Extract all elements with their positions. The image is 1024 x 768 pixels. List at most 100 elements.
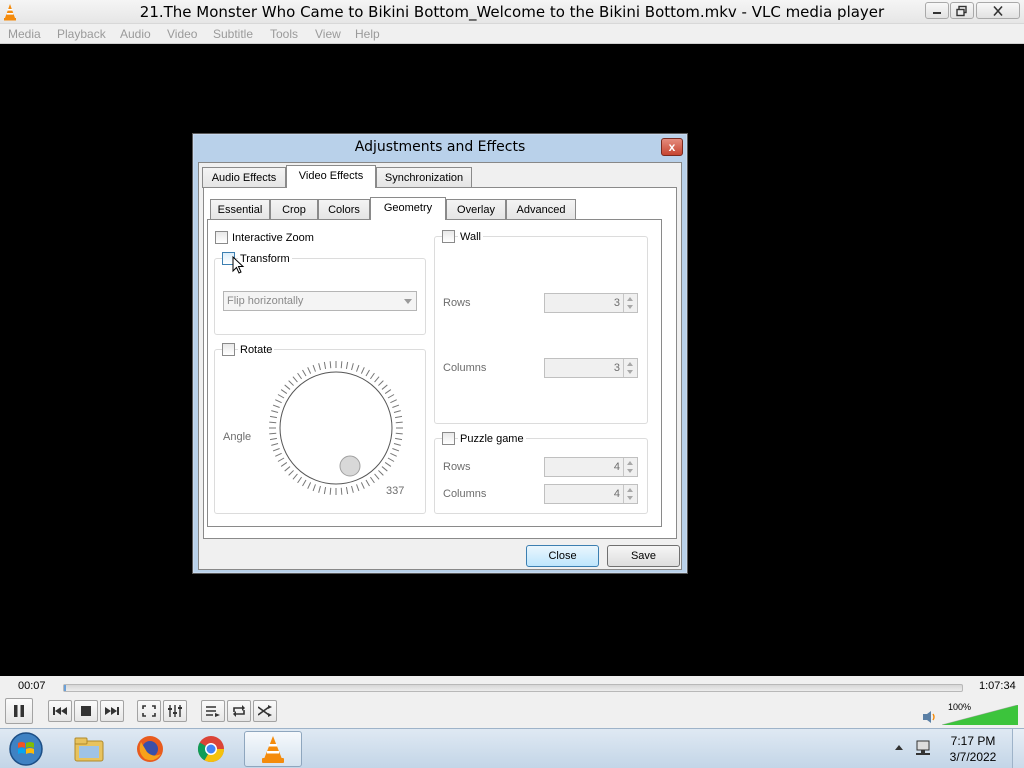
spin-arrows-icon[interactable] [623, 294, 637, 312]
shuffle-icon [258, 705, 272, 717]
dial-tick [312, 484, 316, 492]
show-desktop-button[interactable] [1012, 729, 1024, 768]
extended-settings-button[interactable] [163, 700, 187, 722]
stop-button[interactable] [74, 700, 98, 722]
fullscreen-button[interactable] [137, 700, 161, 722]
puzzle-rows-spinbox[interactable]: 4 [544, 457, 638, 477]
dial-tick [323, 361, 327, 369]
fullscreen-icon [142, 705, 156, 717]
dial-tick [381, 466, 388, 472]
seek-bar[interactable] [63, 684, 963, 692]
dial-tick [307, 482, 312, 489]
speaker-icon[interactable] [922, 710, 938, 724]
menu-tools[interactable]: Tools [270, 27, 298, 41]
dial-tick [297, 372, 302, 380]
dial-tick [329, 487, 332, 495]
menu-subtitle[interactable]: Subtitle [213, 27, 253, 41]
wall-rows-value: 3 [613, 297, 620, 309]
interactive-zoom-checkbox[interactable] [215, 231, 228, 244]
wall-columns-spinbox[interactable]: 3 [544, 358, 638, 378]
shuffle-button[interactable] [253, 700, 277, 722]
dial-tick [345, 487, 349, 495]
close-window-button[interactable] [976, 2, 1020, 19]
menu-audio[interactable]: Audio [120, 27, 151, 41]
rotate-checkbox[interactable] [222, 343, 235, 356]
taskbar-firefox[interactable] [121, 731, 179, 767]
wall-rows-spinbox[interactable]: 3 [544, 293, 638, 313]
network-icon[interactable] [914, 739, 932, 757]
geometry-panel: Interactive Zoom Transform Flip horizont… [207, 219, 662, 527]
interactive-zoom-label: Interactive Zoom [232, 232, 314, 244]
dial-knob[interactable] [339, 455, 361, 477]
wall-checkbox[interactable] [442, 230, 455, 243]
clock-time[interactable]: 7:17 PM [940, 734, 1006, 748]
previous-button[interactable] [48, 700, 72, 722]
rotate-label: Rotate [238, 344, 275, 356]
dial-tick [393, 410, 401, 413]
tab-essential[interactable]: Essential [210, 199, 270, 220]
restore-button[interactable] [950, 2, 974, 19]
taskbar-vlc[interactable] [244, 731, 302, 767]
menu-media[interactable]: Media [8, 27, 41, 41]
spin-arrows-icon[interactable] [623, 359, 637, 377]
minimize-button[interactable] [925, 2, 949, 19]
save-button[interactable]: Save [607, 545, 680, 567]
dial-tick [374, 376, 380, 383]
wall-label: Wall [458, 231, 483, 243]
puzzle-columns-spinbox[interactable]: 4 [544, 484, 638, 504]
dial-tick [395, 437, 403, 441]
vlc-icon [262, 736, 284, 763]
dial-tick [280, 389, 288, 394]
dial-tick [387, 394, 395, 399]
loop-button[interactable] [227, 700, 251, 722]
dial-tick [323, 487, 327, 495]
close-button[interactable]: Close [526, 545, 599, 567]
volume-slider[interactable] [942, 705, 1018, 725]
dial-tick [356, 364, 360, 372]
next-button[interactable] [100, 700, 124, 722]
dial-tick [271, 410, 279, 413]
taskbar-file-explorer[interactable] [60, 731, 118, 767]
restore-icon [956, 5, 967, 16]
tab-overlay[interactable]: Overlay [446, 199, 506, 220]
spin-arrows-icon[interactable] [623, 458, 637, 476]
tab-geometry[interactable]: Geometry [370, 197, 446, 220]
dial-tick [340, 487, 343, 495]
dial-tick [365, 479, 370, 487]
clock-date[interactable]: 3/7/2022 [940, 750, 1006, 764]
tray-expand-icon[interactable] [894, 743, 904, 751]
tab-video-effects[interactable]: Video Effects [286, 165, 376, 188]
menu-view[interactable]: View [315, 27, 341, 41]
puzzle-columns-value: 4 [613, 488, 620, 500]
tab-crop[interactable]: Crop [270, 199, 318, 220]
playlist-button[interactable] [201, 700, 225, 722]
angle-dial[interactable] [266, 358, 406, 498]
menu-video[interactable]: Video [167, 27, 197, 41]
dial-tick [272, 448, 280, 452]
tab-advanced[interactable]: Advanced [506, 199, 576, 220]
transform-type-select[interactable]: Flip horizontally [223, 291, 417, 311]
puzzle-game-checkbox[interactable] [442, 432, 455, 445]
dialog-close-button[interactable]: x [661, 138, 683, 156]
puzzle-rows-label: Rows [443, 461, 471, 473]
extended-settings-icon [168, 705, 182, 717]
menu-help[interactable]: Help [355, 27, 380, 41]
puzzle-columns-label: Columns [443, 488, 487, 500]
tab-audio-effects[interactable]: Audio Effects [202, 167, 286, 188]
tab-colors[interactable]: Colors [318, 199, 370, 220]
taskbar-chrome[interactable] [182, 731, 240, 767]
start-button[interactable] [3, 731, 49, 767]
pause-button[interactable] [5, 698, 33, 724]
dial-tick [378, 470, 384, 476]
dial-tick [384, 462, 392, 467]
dial-tick [351, 485, 354, 493]
tab-synchronization[interactable]: Synchronization [376, 167, 472, 188]
dial-tick [275, 399, 282, 404]
spin-arrows-icon[interactable] [623, 485, 637, 503]
dial-tick [292, 376, 298, 383]
total-time: 1:07:34 [979, 680, 1016, 692]
dial-tick [275, 452, 282, 457]
pause-icon [14, 705, 24, 717]
chevron-down-icon [404, 299, 412, 304]
menu-playback[interactable]: Playback [57, 27, 106, 41]
